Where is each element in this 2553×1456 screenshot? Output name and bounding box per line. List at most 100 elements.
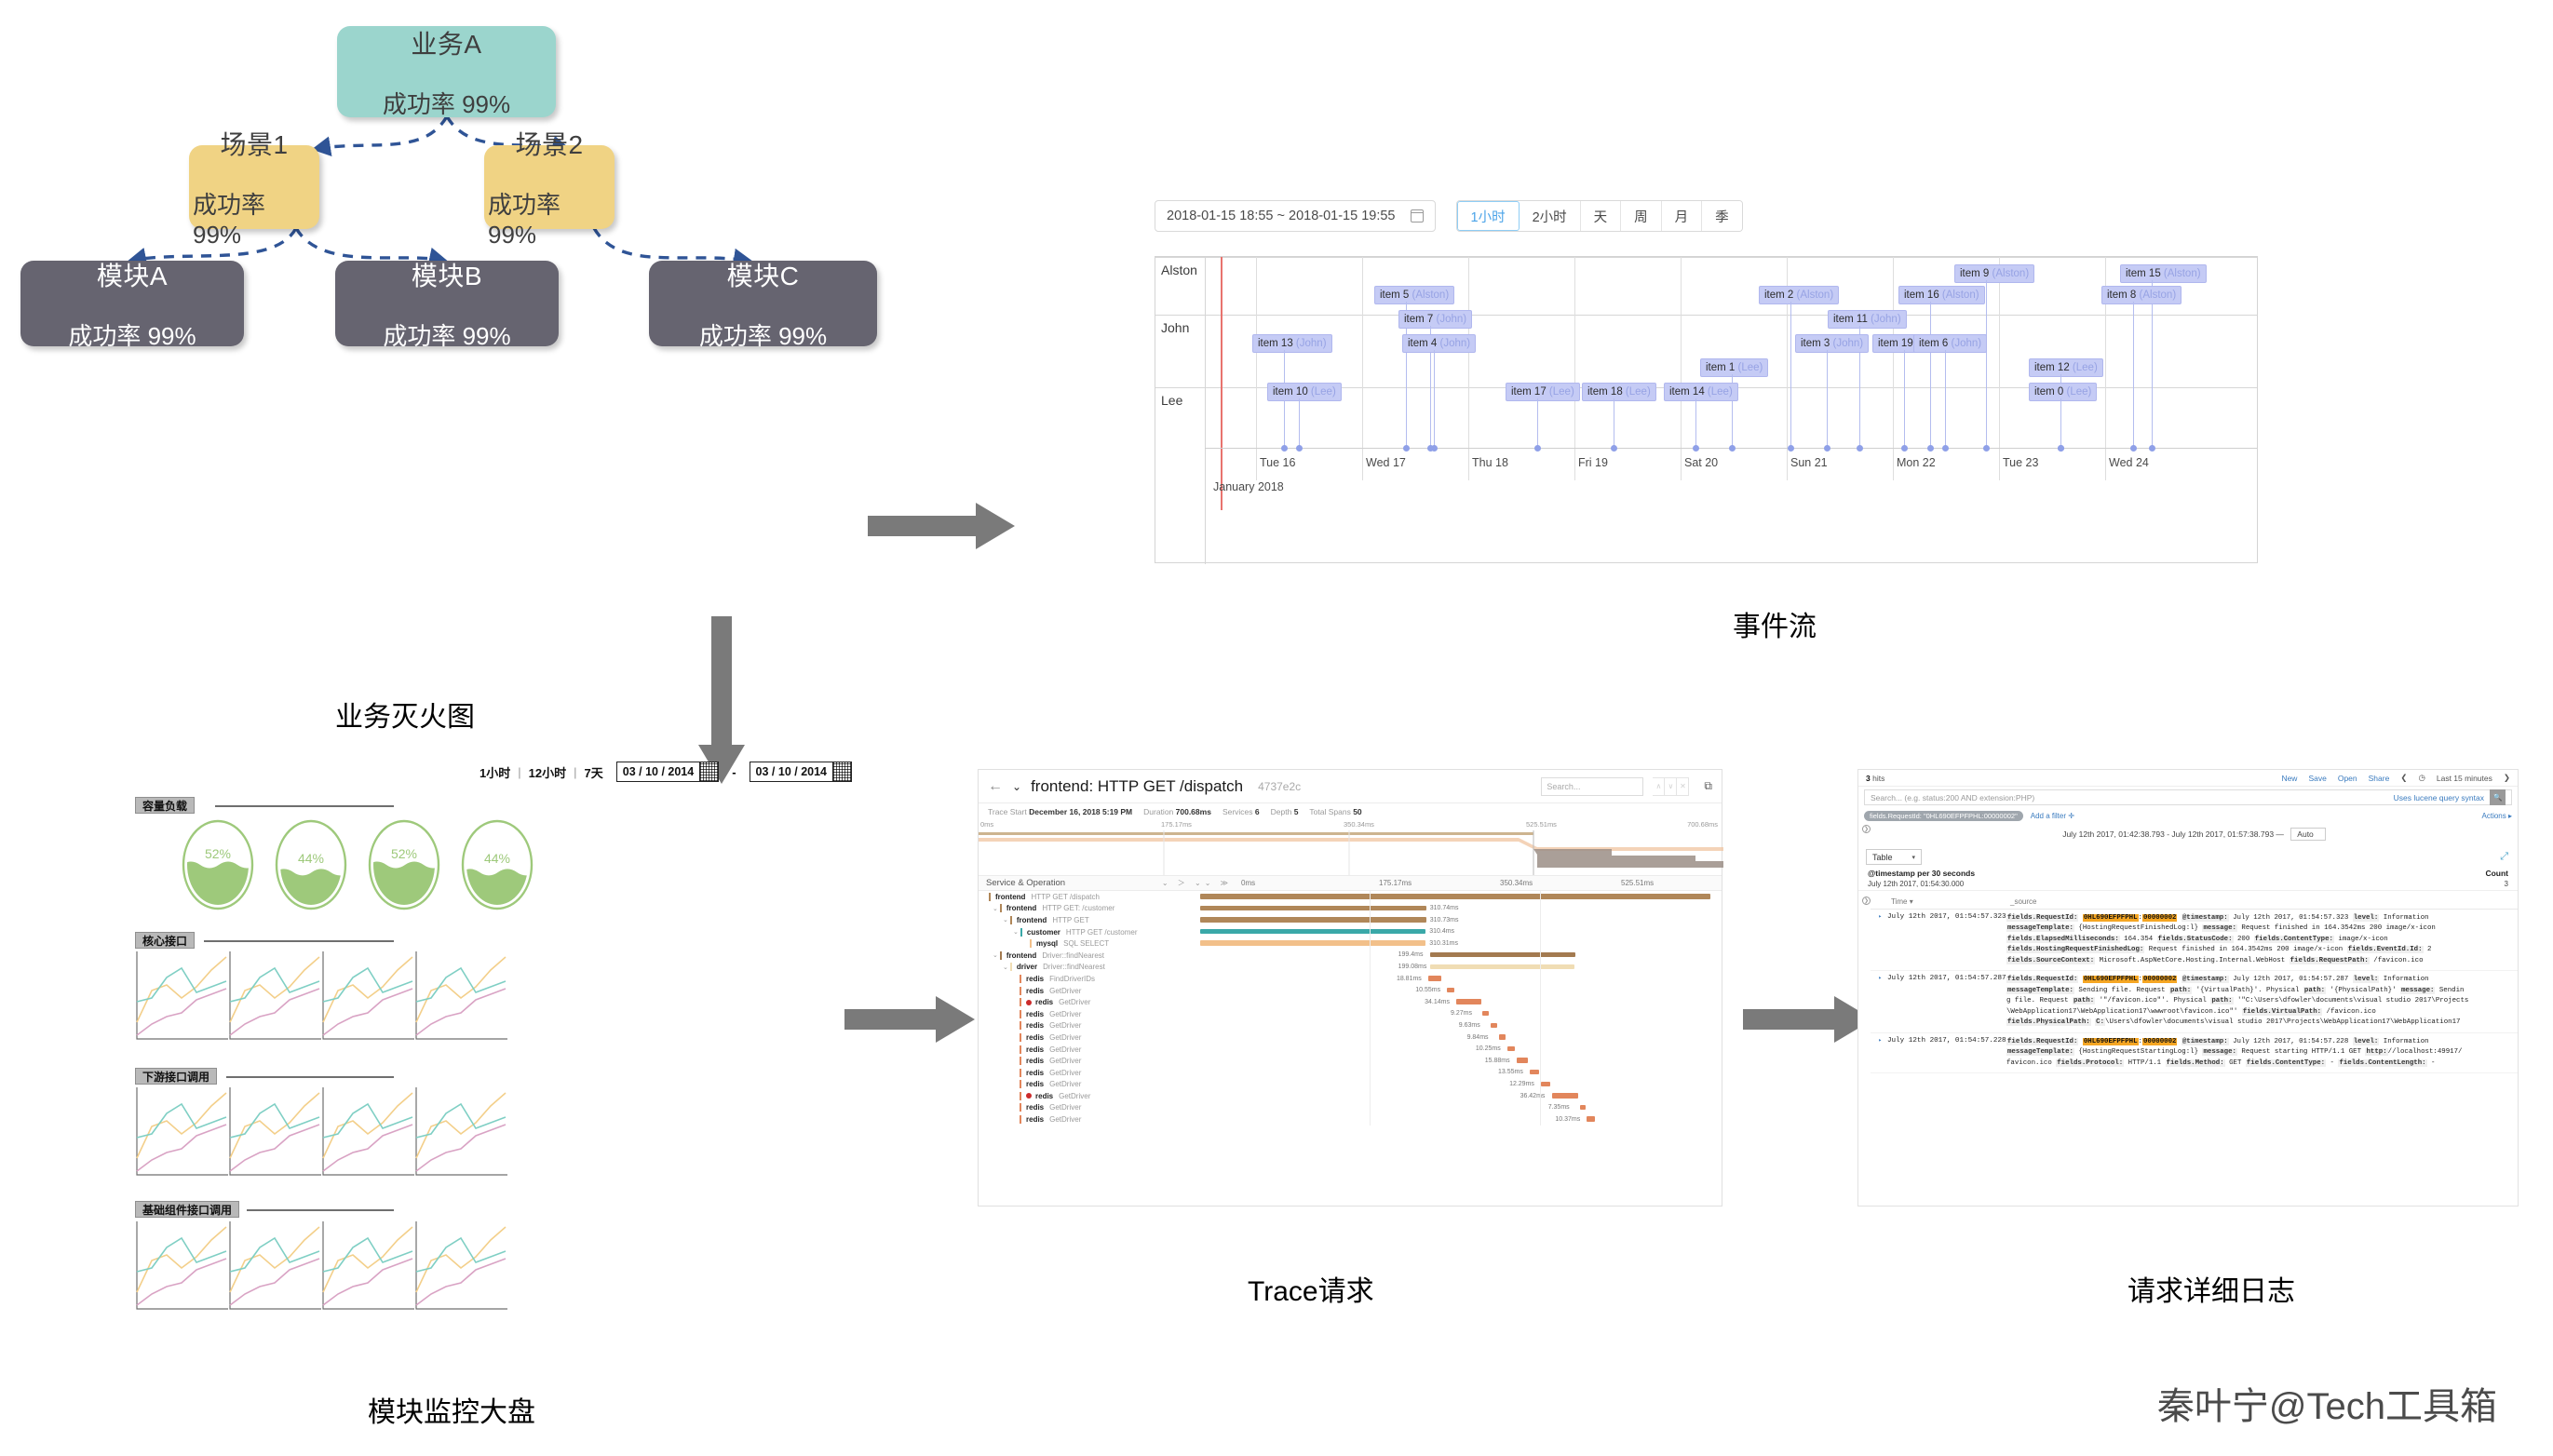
bucket-column-header[interactable]: @timestamp per 30 seconds [1868,869,1975,878]
log-entry[interactable]: July 12th 2017, 01:54:57.323fields.Reque… [1871,910,2518,972]
event-timeline-chart[interactable]: Alston John Lee item 5 (Alston) item 2 (A… [1155,256,2258,564]
event-dot[interactable] [1857,445,1863,452]
flow-node-mod-b[interactable]: 模块B 成功率 99% [335,261,559,350]
event-item[interactable]: item 6 (John) [1913,334,1988,354]
calendar-icon[interactable] [700,762,720,782]
expand-icon[interactable]: ⤢ [2500,851,2508,863]
trace-span-row[interactable]: redis GetDriver 12.29ms [979,1079,1722,1091]
date-to-input[interactable]: 03 / 10 / 2014 [749,762,833,782]
event-item[interactable]: item 14 (Lee) [1664,383,1738,402]
back-arrow-icon[interactable]: ← [988,778,1003,795]
metric-line-chart[interactable] [228,950,331,1046]
event-dot[interactable] [1296,445,1303,452]
search-clear-icon[interactable]: ✕ [1677,776,1690,796]
span-bar[interactable] [1429,951,1575,958]
search-input[interactable]: Search... (e.g. status:200 AND extension… [1871,793,2034,802]
span-rows[interactable]: frontend HTTP GET /dispatch ⌄ frontend HTTP … [979,891,1722,1126]
range-month[interactable]: 月 [1661,201,1703,231]
log-entry[interactable]: July 12th 2017, 01:54:57.287fields.Reque… [1871,971,2518,1033]
event-item[interactable]: item 8 (Alston) [2101,286,2182,305]
trace-search-input[interactable]: Search... [1541,776,1644,796]
chevron-down-icon[interactable]: ⌄ [1012,780,1021,793]
search-icon[interactable]: 🔍 [2490,789,2506,805]
log-entry[interactable]: July 12th 2017, 01:54:57.228fields.Reque… [1871,1033,2518,1074]
event-dot[interactable] [1901,445,1908,452]
metric-line-chart[interactable] [135,950,237,1046]
action-share[interactable]: Share [2369,774,2390,783]
chevron-left-icon[interactable]: ❮ [2400,773,2407,783]
collapse-sidebar-icon[interactable]: ❯ [1862,825,1871,833]
search-nav-buttons[interactable]: ∧ ∨ ✕ [1653,776,1690,796]
event-dot[interactable] [1611,445,1617,452]
chevron-down-icon[interactable]: ⌄ [1013,928,1019,936]
event-item[interactable]: item 17 (Lee) [1506,383,1580,402]
col-time[interactable]: Time ▾ [1880,897,2010,906]
flow-node-scene-2[interactable]: 场景2 成功率 99% [484,130,615,249]
capacity-gauge[interactable]: 52% [182,819,254,910]
span-bar[interactable] [1200,894,1710,899]
trace-span-row[interactable]: redis GetDriver 9.84ms [979,1031,1722,1044]
event-dot[interactable] [2058,445,2064,452]
span-bar[interactable] [1200,905,1426,911]
dash-range-7d[interactable]: 7天 [585,763,603,781]
count-column-header[interactable]: Count [2485,869,2508,878]
span-bar[interactable] [1579,1104,1586,1111]
event-dot[interactable] [1927,445,1934,452]
trace-span-row[interactable]: redis GetDriver 7.35ms [979,1102,1722,1114]
trace-span-row[interactable]: redis GetDriver 36.42ms [979,1090,1722,1102]
chevron-down-icon[interactable]: ⌄ [993,951,998,959]
event-item[interactable]: item 1 (Lee) [1700,358,1769,378]
search-prev-icon[interactable]: ∧ [1653,776,1666,796]
metric-line-chart[interactable] [135,1085,237,1182]
external-link-icon[interactable]: ⧉ [1704,779,1712,793]
event-item[interactable]: item 2 (Alston) [1759,286,1840,305]
trace-span-row[interactable]: mysql SQL SELECT 310.31ms [979,937,1722,950]
event-item[interactable]: item 11 (John) [1828,310,1907,330]
event-item[interactable]: item 9 (Alston) [1954,264,2035,284]
flow-node-biz-a[interactable]: 业务A 成功率 99% [337,26,556,118]
chevron-down-icon[interactable]: ⌄ [1003,964,1008,971]
date-range-picker[interactable]: 2018-01-15 18:55 ~ 2018-01-15 19:55 [1155,200,1436,232]
trace-span-row[interactable]: ⌄ frontend HTTP GET 310.73ms [979,914,1722,926]
span-bar[interactable] [1429,964,1575,970]
metric-line-chart[interactable] [414,1220,517,1316]
trace-minimap[interactable]: 0ms 175.17ms 350.34ms 525.51ms 700.68ms [979,820,1723,876]
calendar-icon[interactable] [833,762,852,782]
span-bar[interactable] [1516,1058,1529,1063]
event-dot[interactable] [2149,445,2155,452]
span-bar[interactable] [1530,1069,1540,1075]
capacity-gauge[interactable]: 44% [461,819,534,910]
trace-span-row[interactable]: redis GetDriver 9.27ms [979,1008,1722,1020]
metric-line-chart[interactable] [228,1085,331,1182]
date-from-group[interactable]: 03 / 10 / 2014 [615,762,720,782]
span-bar[interactable] [1541,1081,1550,1086]
range-2h[interactable]: 2小时 [1519,201,1581,231]
event-dot[interactable] [1281,445,1288,452]
time-filter-label[interactable]: Last 15 minutes [2437,774,2492,783]
trace-span-row[interactable]: redis GetDriver 34.14ms [979,996,1722,1008]
event-dot[interactable] [1942,445,1949,452]
event-item[interactable]: item 4 (John) [1402,334,1477,354]
chevron-down-icon[interactable]: ⌄ [993,905,998,912]
range-quarter[interactable]: 季 [1702,201,1742,231]
event-dot[interactable] [1693,445,1699,452]
date-from-input[interactable]: 03 / 10 / 2014 [615,762,701,782]
event-item[interactable]: item 10 (Lee) [1267,383,1342,402]
range-1h[interactable]: 1小时 [1456,201,1520,231]
metric-line-chart[interactable] [228,1220,331,1316]
trace-span-row[interactable]: redis GetDriver 9.63ms [979,1020,1722,1032]
metric-line-chart[interactable] [135,1220,237,1316]
time-range-segmented-control[interactable]: 1小时 2小时 天 周 月 季 [1455,200,1743,232]
view-mode-select[interactable]: Table [1866,849,1922,865]
log-actions[interactable]: New Save Open Share ❮ ◷ Last 15 minutes … [2281,773,2510,783]
event-item[interactable]: item 18 (Lee) [1582,383,1656,402]
trace-span-row[interactable]: ⌄ frontend HTTP GET: /customer 310.74ms [979,903,1722,915]
span-bar[interactable] [1200,917,1426,923]
span-bar[interactable] [1456,999,1481,1004]
span-bar[interactable] [1587,1116,1595,1122]
trace-span-row[interactable]: ⌄ driver Driver::findNearest 199.08ms [979,962,1722,974]
trace-span-row[interactable]: ⌄ customer HTTP GET /customer 310.4ms [979,926,1722,938]
trace-span-row[interactable]: redis GetDriver 10.55ms [979,985,1722,997]
metric-line-chart[interactable] [321,950,424,1046]
date-to-group[interactable]: 03 / 10 / 2014 [749,762,852,782]
